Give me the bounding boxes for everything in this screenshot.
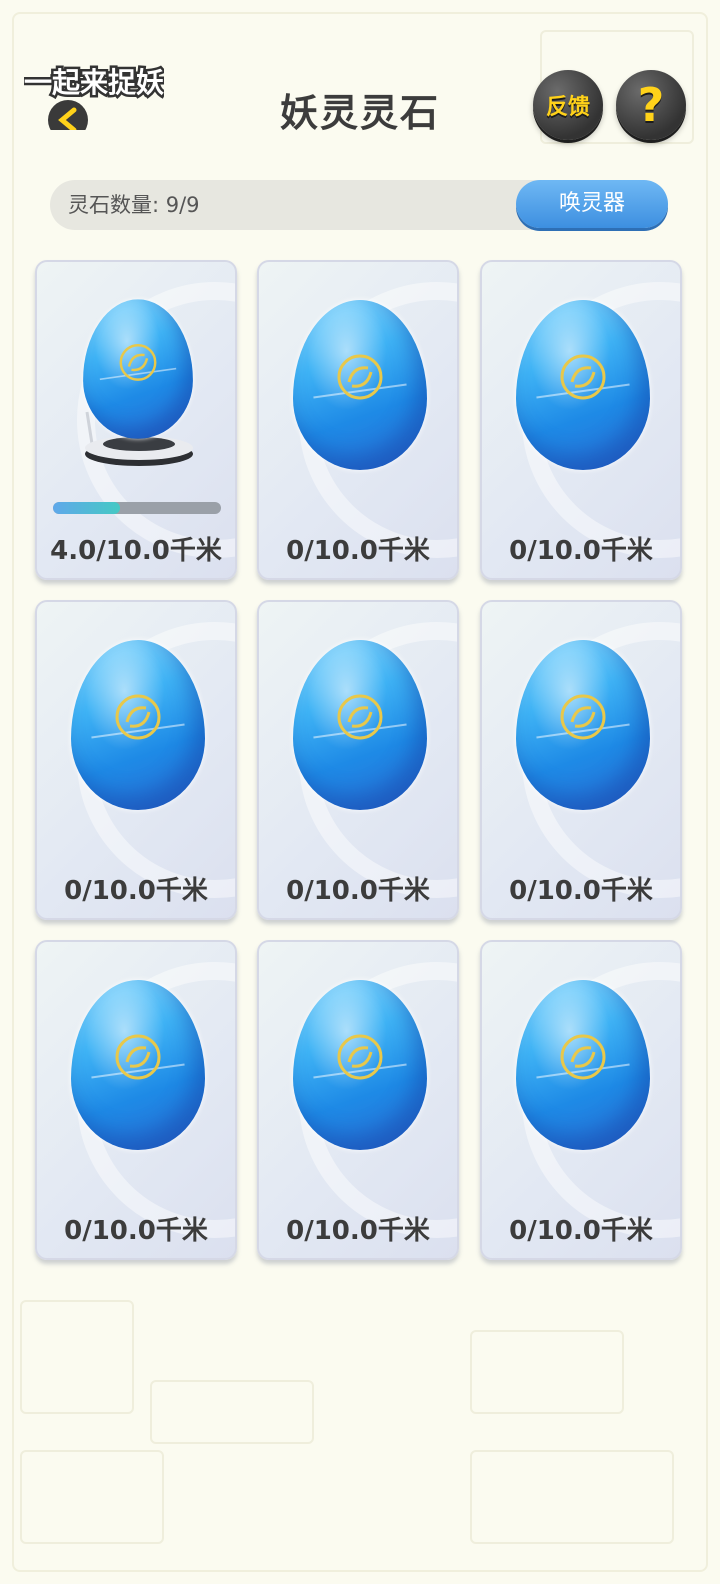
background-decoration [470,1450,674,1544]
question-mark-icon: ? [637,78,665,132]
spirit-symbol-icon [337,354,383,400]
stone-card[interactable]: 0/10.0千米 [257,940,459,1260]
stone-card[interactable]: 0/10.0千米 [257,260,459,580]
spirit-symbol-icon [560,694,606,740]
feedback-label: 反馈 [545,95,590,120]
distance-label: 0/10.0千米 [286,876,430,906]
stone-card[interactable]: 0/10.0千米 [480,600,682,920]
background-decoration [470,1330,624,1414]
distance-label: 0/10.0千米 [64,876,208,906]
distance-label: 0/10.0千米 [286,536,430,566]
distance-label: 0/10.0千米 [286,1216,430,1246]
help-button[interactable]: ? [616,70,686,140]
spirit-symbol-icon [560,354,606,400]
spirit-symbol-icon [337,1034,383,1080]
background-decoration [150,1380,314,1444]
distance-label: 0/10.0千米 [509,1216,653,1246]
stone-card[interactable]: 0/10.0千米 [35,600,237,920]
background-decoration [20,1300,134,1414]
background-decoration [20,1450,164,1544]
spirit-symbol-icon [337,694,383,740]
distance-label: 0/10.0千米 [509,876,653,906]
stone-card[interactable]: 0/10.0千米 [480,260,682,580]
distance-label: 0/10.0千米 [509,536,653,566]
spirit-symbol-icon [560,1034,606,1080]
stone-card[interactable]: 4.0/10.0千米 [35,260,237,580]
stone-card[interactable]: 0/10.0千米 [35,940,237,1260]
walk-progress-bar [53,502,221,514]
stone-card[interactable]: 0/10.0千米 [480,940,682,1260]
spirit-symbol-icon [119,343,157,381]
stone-card[interactable]: 0/10.0千米 [257,600,459,920]
summon-device-button[interactable]: 唤灵器 [516,180,668,228]
feedback-button[interactable]: 反馈 [533,70,603,140]
page-title: 妖灵灵石 [279,91,440,135]
spirit-symbol-icon [115,694,161,740]
spirit-symbol-icon [115,1034,161,1080]
stone-count-label: 灵石数量: 9/9 [68,193,200,217]
distance-label: 4.0/10.0千米 [50,536,222,566]
distance-label: 0/10.0千米 [64,1216,208,1246]
walk-progress-fill [53,502,121,514]
